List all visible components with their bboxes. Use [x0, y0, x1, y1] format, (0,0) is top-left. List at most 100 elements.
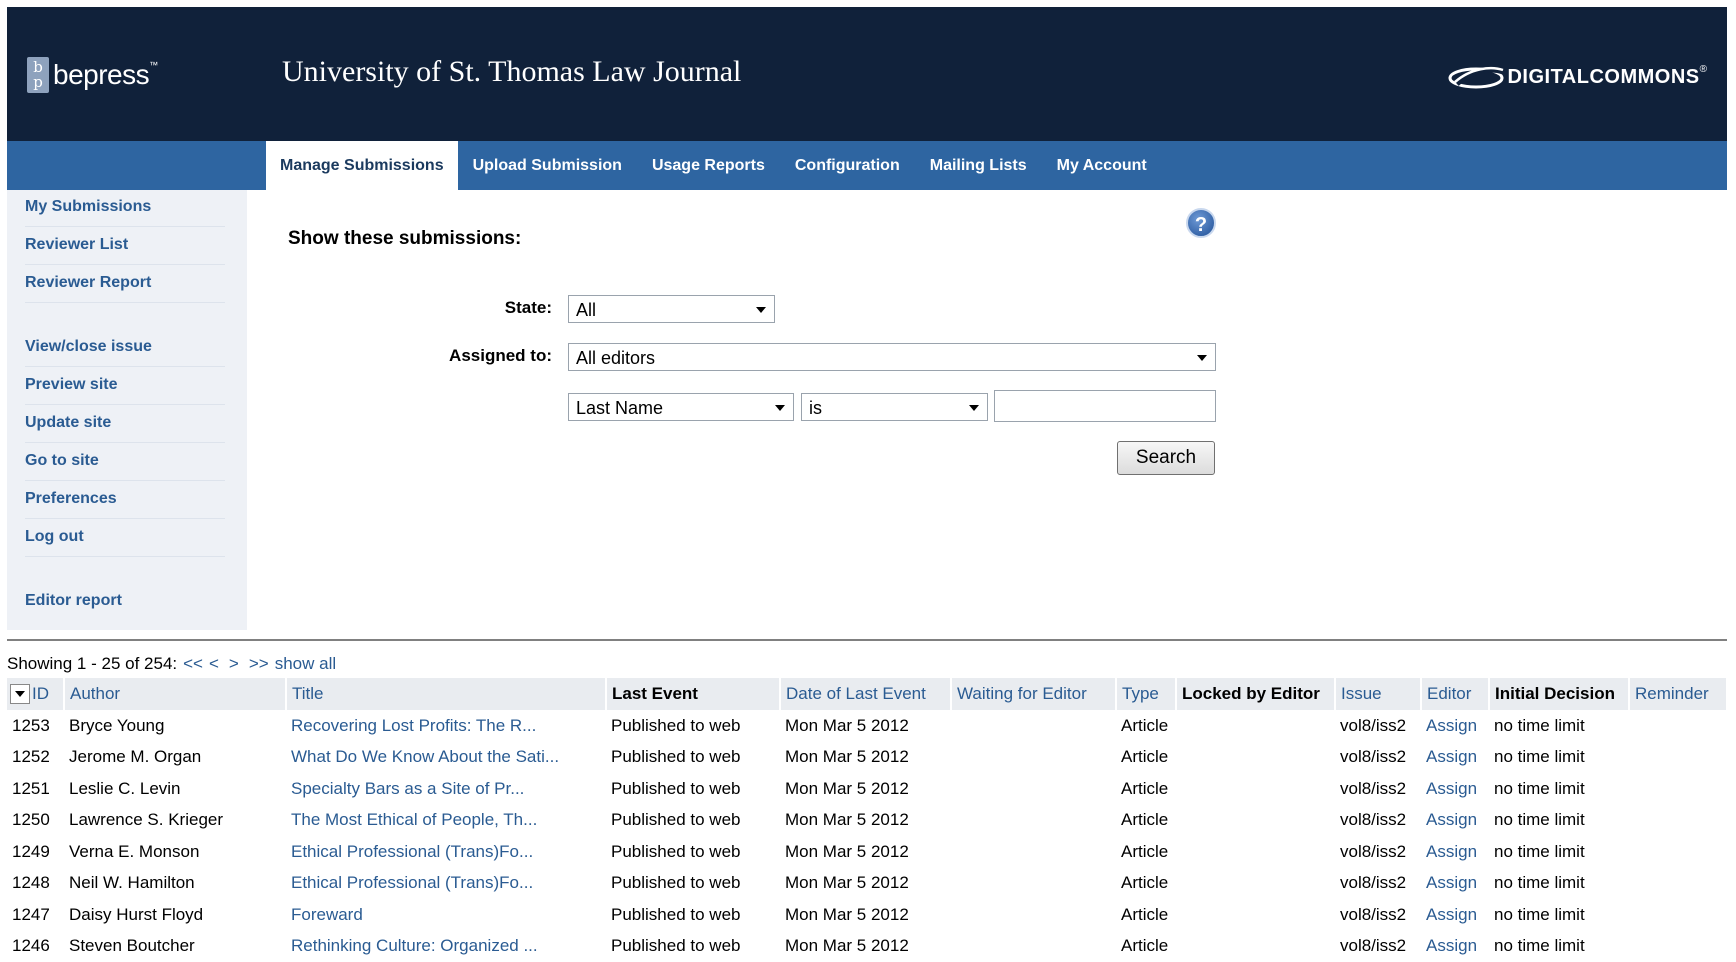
cell-reminder	[1629, 931, 1727, 962]
prev-page-link[interactable]: <	[209, 654, 219, 673]
sort-dropdown-icon[interactable]	[10, 684, 30, 704]
title-link[interactable]: Ethical Professional (Trans)Fo...	[286, 836, 606, 868]
sidebar-item-preferences[interactable]: Preferences	[25, 482, 225, 519]
sidebar-item-update-site[interactable]: Update site	[25, 406, 225, 443]
sidebar-item-reviewer-report[interactable]: Reviewer Report	[25, 266, 225, 303]
cell-author: Lawrence S. Krieger	[64, 805, 286, 837]
cell-issue: vol8/iss2	[1335, 836, 1421, 868]
cell-waiting-for-editor	[951, 710, 1116, 742]
search-value-input[interactable]	[994, 390, 1216, 422]
assign-editor-link[interactable]: Assign	[1421, 868, 1489, 900]
next-page-link[interactable]: >	[229, 654, 239, 673]
assign-editor-link[interactable]: Assign	[1421, 836, 1489, 868]
digital-commons-logo[interactable]: DIGITALCOMMONS ®	[1447, 62, 1707, 92]
title-link[interactable]: Rethinking Culture: Organized ...	[286, 931, 606, 962]
cell-type: Article	[1116, 868, 1176, 900]
state-select[interactable]: All	[568, 295, 775, 323]
cell-id: 1247	[7, 899, 64, 931]
divider	[7, 639, 1727, 641]
cell-author: Neil W. Hamilton	[64, 868, 286, 900]
submissions-table: ID Author Title Last Event Date of Last …	[7, 678, 1728, 962]
column-header-title[interactable]: Title	[286, 678, 606, 710]
sidebar-item-reviewer-list[interactable]: Reviewer List	[25, 228, 225, 265]
tab-my-account[interactable]: My Account	[1042, 141, 1162, 190]
column-header-editor[interactable]: Editor	[1421, 678, 1489, 710]
assign-editor-link[interactable]: Assign	[1421, 931, 1489, 962]
column-header-reminder[interactable]: Reminder	[1629, 678, 1727, 710]
assign-editor-link[interactable]: Assign	[1421, 710, 1489, 742]
cell-initial-decision: no time limit	[1489, 899, 1629, 931]
sidebar-item-view-close-issue[interactable]: View/close issue	[25, 330, 225, 367]
first-page-link[interactable]: <<	[183, 654, 203, 673]
cell-issue: vol8/iss2	[1335, 899, 1421, 931]
assign-editor-link[interactable]: Assign	[1421, 899, 1489, 931]
table-row: 1251Leslie C. LevinSpecialty Bars as a S…	[7, 773, 1727, 805]
assigned-to-label: Assigned to:	[400, 346, 552, 366]
column-header-date-of-last-event[interactable]: Date of Last Event	[780, 678, 951, 710]
column-header-last-event: Last Event	[606, 678, 780, 710]
title-link[interactable]: Ethical Professional (Trans)Fo...	[286, 868, 606, 900]
cell-date-of-last-event: Mon Mar 5 2012	[780, 899, 951, 931]
cell-date-of-last-event: Mon Mar 5 2012	[780, 805, 951, 837]
operator-select[interactable]: is	[801, 393, 988, 421]
pager: Showing 1 - 25 of 254:<<<>>>show all	[7, 654, 336, 674]
search-button[interactable]: Search	[1117, 441, 1215, 475]
showing-count: Showing 1 - 25 of 254:	[7, 654, 177, 673]
sidebar-item-my-submissions[interactable]: My Submissions	[25, 190, 225, 227]
sidebar-item-log-out[interactable]: Log out	[25, 520, 225, 557]
assign-editor-link[interactable]: Assign	[1421, 805, 1489, 837]
tab-usage-reports[interactable]: Usage Reports	[637, 141, 780, 190]
assigned-to-select[interactable]: All editors	[568, 343, 1216, 371]
cell-last-event: Published to web	[606, 868, 780, 900]
tab-upload-submission[interactable]: Upload Submission	[458, 141, 637, 190]
column-header-id[interactable]: ID	[7, 678, 64, 710]
sidebar-item-editor-report[interactable]: Editor report	[25, 584, 225, 620]
cell-issue: vol8/iss2	[1335, 868, 1421, 900]
bepress-logo[interactable]: bp bepress ™	[27, 55, 158, 95]
assign-editor-link[interactable]: Assign	[1421, 773, 1489, 805]
show-all-link[interactable]: show all	[275, 654, 336, 673]
cell-waiting-for-editor	[951, 836, 1116, 868]
cell-reminder	[1629, 773, 1727, 805]
column-header-waiting-for-editor[interactable]: Waiting for Editor	[951, 678, 1116, 710]
cell-issue: vol8/iss2	[1335, 805, 1421, 837]
cell-initial-decision: no time limit	[1489, 742, 1629, 774]
question-icon[interactable]: ?	[1186, 208, 1216, 238]
sidebar-item-preview-site[interactable]: Preview site	[25, 368, 225, 405]
cell-locked-by-editor	[1176, 899, 1335, 931]
cell-issue: vol8/iss2	[1335, 773, 1421, 805]
table-body: 1253Bryce YoungRecovering Lost Profits: …	[7, 710, 1727, 962]
cell-date-of-last-event: Mon Mar 5 2012	[780, 773, 951, 805]
tab-manage-submissions[interactable]: Manage Submissions	[266, 141, 458, 190]
column-header-type[interactable]: Type	[1116, 678, 1176, 710]
table-row: 1253Bryce YoungRecovering Lost Profits: …	[7, 710, 1727, 742]
cell-issue: vol8/iss2	[1335, 931, 1421, 962]
cell-locked-by-editor	[1176, 836, 1335, 868]
sidebar-item-go-to-site[interactable]: Go to site	[25, 444, 225, 481]
column-header-issue[interactable]: Issue	[1335, 678, 1421, 710]
assign-editor-link[interactable]: Assign	[1421, 742, 1489, 774]
last-page-link[interactable]: >>	[249, 654, 269, 673]
column-header-author[interactable]: Author	[64, 678, 286, 710]
cell-locked-by-editor	[1176, 868, 1335, 900]
title-link[interactable]: The Most Ethical of People, Th...	[286, 805, 606, 837]
field-select[interactable]: Last Name	[568, 393, 794, 421]
cell-last-event: Published to web	[606, 899, 780, 931]
tab-mailing-lists[interactable]: Mailing Lists	[915, 141, 1042, 190]
cell-initial-decision: no time limit	[1489, 931, 1629, 962]
title-link[interactable]: Recovering Lost Profits: The R...	[286, 710, 606, 742]
title-link[interactable]: What Do We Know About the Sati...	[286, 742, 606, 774]
digital-commons-text: DIGITALCOMMONS	[1507, 66, 1699, 89]
title-link[interactable]: Specialty Bars as a Site of Pr...	[286, 773, 606, 805]
cell-id: 1252	[7, 742, 64, 774]
cell-last-event: Published to web	[606, 805, 780, 837]
cell-author: Bryce Young	[64, 710, 286, 742]
cell-last-event: Published to web	[606, 742, 780, 774]
chevron-down-icon	[756, 307, 766, 313]
cell-type: Article	[1116, 710, 1176, 742]
cell-id: 1249	[7, 836, 64, 868]
cell-author: Verna E. Monson	[64, 836, 286, 868]
chevron-down-icon	[775, 405, 785, 411]
tab-configuration[interactable]: Configuration	[780, 141, 915, 190]
title-link[interactable]: Foreward	[286, 899, 606, 931]
